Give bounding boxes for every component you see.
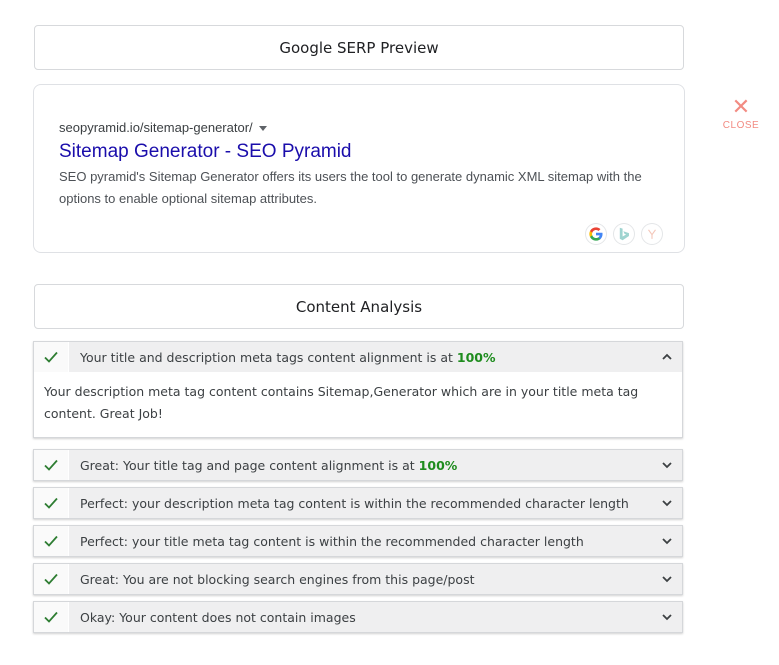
analysis-item-label: Great: Your title tag and page content a…: [69, 458, 457, 473]
analysis-item-header[interactable]: Perfect: your title meta tag content is …: [34, 526, 682, 556]
analysis-item-text: Your title and description meta tags con…: [80, 349, 457, 365]
search-engine-switcher: [586, 224, 662, 244]
chevron-down-icon[interactable]: [661, 611, 673, 623]
analysis-item-header[interactable]: Great: Your title tag and page content a…: [34, 450, 682, 480]
close-icon[interactable]: ✕: [720, 97, 762, 119]
serp-preview-title: Google SERP Preview: [34, 25, 684, 70]
analysis-item-label: Perfect: your description meta tag conte…: [69, 496, 629, 511]
analysis-item-text: Perfect: your description meta tag conte…: [80, 495, 629, 511]
percent-value: 100%: [456, 349, 496, 365]
analysis-item: Great: Your title tag and page content a…: [33, 449, 683, 481]
check-icon: [34, 602, 69, 632]
serp-preview-title-text: Google SERP Preview: [279, 38, 439, 57]
analysis-item-text: Great: Your title tag and page content a…: [80, 457, 419, 473]
check-icon: [34, 488, 69, 518]
content-analysis-title: Content Analysis: [34, 284, 684, 329]
chevron-down-icon[interactable]: [661, 459, 673, 471]
check-icon: [34, 526, 69, 556]
check-icon: [34, 564, 69, 594]
bing-icon[interactable]: [614, 224, 634, 244]
analysis-item-text: Great: You are not blocking search engin…: [80, 571, 475, 587]
analysis-item-label: Your title and description meta tags con…: [69, 350, 496, 365]
chevron-up-icon[interactable]: [661, 351, 673, 363]
analysis-item: Your title and description meta tags con…: [33, 341, 683, 438]
content-analysis-title-text: Content Analysis: [295, 297, 423, 316]
analysis-item-header[interactable]: Great: You are not blocking search engin…: [34, 564, 682, 594]
yahoo-icon[interactable]: [642, 224, 662, 244]
analysis-item-header[interactable]: Okay: Your content does not contain imag…: [34, 602, 682, 632]
serp-description: SEO pyramid's Sitemap Generator offers i…: [59, 169, 642, 206]
analysis-item: Perfect: your title meta tag content is …: [33, 525, 683, 557]
percent-value: 100%: [418, 457, 458, 473]
serp-headline-link[interactable]: Sitemap Generator - SEO Pyramid: [59, 141, 352, 163]
analysis-item-header[interactable]: Perfect: your description meta tag conte…: [34, 488, 682, 518]
chevron-down-icon[interactable]: [661, 497, 673, 509]
serp-url: seopyramid.io/sitemap-generator/: [59, 120, 267, 135]
serp-preview-card: seopyramid.io/sitemap-generator/ Sitemap…: [33, 84, 685, 253]
analysis-item-text: Okay: Your content does not contain imag…: [80, 609, 356, 625]
analysis-item-label: Okay: Your content does not contain imag…: [69, 610, 356, 625]
close-button[interactable]: ✕ CLOSE: [720, 97, 762, 132]
google-icon[interactable]: [586, 224, 606, 244]
analysis-item-body: Your description meta tag content contai…: [44, 384, 639, 421]
analysis-item-text: Perfect: your title meta tag content is …: [80, 533, 584, 549]
analysis-item-label: Great: You are not blocking search engin…: [69, 572, 475, 587]
chevron-down-icon[interactable]: [661, 535, 673, 547]
analysis-item: Great: You are not blocking search engin…: [33, 563, 683, 595]
caret-down-icon[interactable]: [258, 126, 267, 132]
serp-url-text: seopyramid.io/sitemap-generator/: [59, 120, 253, 135]
close-label: CLOSE: [722, 120, 760, 131]
analysis-item: Perfect: your description meta tag conte…: [33, 487, 683, 519]
analysis-item-label: Perfect: your title meta tag content is …: [69, 534, 584, 549]
check-icon: [34, 450, 69, 480]
chevron-down-icon[interactable]: [661, 573, 673, 585]
analysis-item: Okay: Your content does not contain imag…: [33, 601, 683, 633]
check-icon: [34, 342, 69, 372]
analysis-item-header[interactable]: Your title and description meta tags con…: [34, 342, 682, 372]
